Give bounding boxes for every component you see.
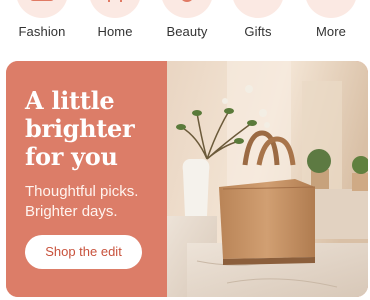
chair-icon: [108, 0, 122, 2]
hero-text-panel: A little brighter for you Thoughtful pic…: [6, 61, 167, 297]
perfume-icon: [182, 0, 192, 2]
category-label: Gifts: [244, 24, 272, 39]
category-label: More: [315, 24, 347, 39]
hero-product-image: [167, 61, 368, 297]
category-label: Beauty: [166, 24, 208, 39]
shop-the-edit-button[interactable]: Shop the edit: [25, 235, 142, 269]
category-home-circle: [89, 0, 141, 18]
hero-headline: A little brighter for you: [25, 86, 135, 171]
category-beauty[interactable]: Beauty: [147, 0, 227, 48]
gift-icon: [246, 0, 270, 4]
hero-banner[interactable]: A little brighter for you Thoughtful pic…: [6, 61, 368, 297]
category-gifts-circle: [232, 0, 284, 18]
shirt-icon: [30, 0, 54, 1]
category-more[interactable]: More: [291, 0, 370, 48]
category-gifts[interactable]: Gifts: [218, 0, 298, 48]
category-strip: Fashion Home Beauty Gifts More: [0, 0, 370, 48]
category-fashion-circle: [16, 0, 68, 18]
category-beauty-circle: [161, 0, 213, 18]
category-home[interactable]: Home: [75, 0, 155, 48]
category-more-circle: [305, 0, 357, 18]
category-label: Fashion: [18, 24, 66, 39]
category-label: Home: [97, 24, 133, 39]
category-fashion[interactable]: Fashion: [2, 0, 82, 48]
hero-subtext: Thoughtful picks. Brighter days.: [25, 183, 139, 220]
